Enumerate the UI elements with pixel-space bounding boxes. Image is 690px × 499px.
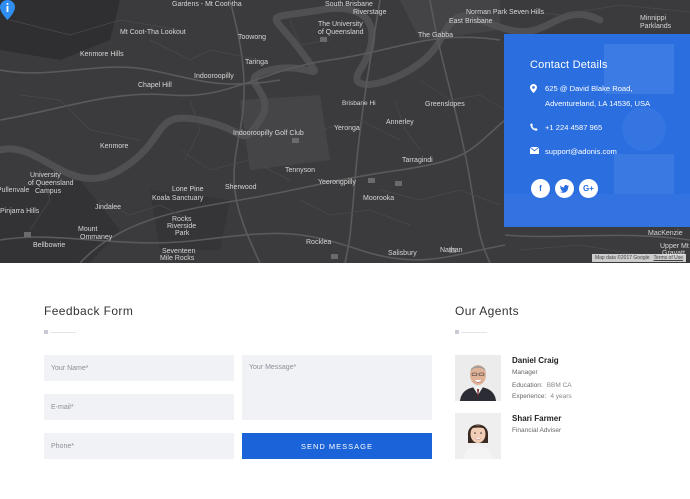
google-plus-icon[interactable]: G+ (579, 179, 598, 198)
map-place-label: Tarragindi (402, 157, 433, 164)
social-links: f G+ (531, 179, 598, 198)
map-place-label: Tennyson (285, 167, 315, 174)
map-place-label: Chapel Hill (138, 82, 172, 89)
contact-title: Contact Details (530, 59, 608, 71)
map-place-label: The University (318, 21, 363, 28)
map-place-label: Greenslopes (425, 101, 465, 108)
map-place-label: Yeerongpilly (318, 179, 356, 186)
map-place-label: Kenmore (100, 143, 129, 150)
contact-address-line2: Adventureland, LA 14536, USA (545, 99, 651, 108)
agent-education-label: Education: (512, 382, 543, 389)
agent-avatar-daniel-craig[interactable] (455, 355, 501, 401)
agent-role: Financial Adviser (512, 427, 562, 434)
send-message-button[interactable]: SEND MESSAGE (242, 433, 432, 459)
map-place-label: Ommaney (80, 234, 113, 241)
agent-experience-label: Experience: (512, 393, 547, 400)
map-place-label: Yeronga (334, 125, 360, 132)
map-place-label: Sherwood (225, 184, 257, 191)
map-place-label: Toowong (238, 34, 267, 41)
map-place-label: Bellbowrie (33, 242, 66, 249)
map-place-label: Rocklea (306, 239, 332, 246)
agent-experience-value: 4 years (550, 393, 572, 400)
map-place-label: of Queensland (28, 180, 74, 187)
phone-field[interactable]: Phone* (44, 433, 234, 459)
map-terms-link[interactable]: Terms of Use (654, 255, 683, 261)
map-place-label: Jindalee (95, 204, 122, 211)
contact-phone-number[interactable]: +1 224 4587 965 (545, 120, 602, 135)
feedback-title-divider (44, 330, 76, 334)
map-place-label: Indooroopilly Golf Club (233, 130, 304, 137)
map-place-label: Gardens - Mt Coot-tha (172, 1, 242, 8)
map-place-label: Pinjarra Hills (0, 208, 40, 215)
contact-details-panel: Contact Details 625 @ David Blake Road, … (504, 34, 690, 227)
map-place-label: Seventeen (162, 248, 196, 255)
agent-role: Manager (512, 369, 538, 376)
map-place-label: MacKenzie (648, 230, 683, 237)
map-place-label: Minnippi (640, 15, 667, 22)
location-pin-icon (530, 81, 545, 111)
phone-icon (530, 120, 545, 135)
envelope-icon (530, 144, 545, 159)
map-place-label: Seven Hills (509, 9, 545, 16)
map-place-label: Norman Park (466, 9, 508, 16)
map-place-label: Rocks (172, 216, 192, 223)
email-field[interactable]: E-mail* (44, 394, 234, 420)
contact-address: 625 @ David Blake Road, Adventureland, L… (530, 81, 650, 111)
map-place-label: Mile Rocks (160, 255, 195, 262)
map-place-label: Nathan (440, 247, 463, 254)
map-place-label: Upper Mt (660, 243, 689, 250)
map-place-label: East Brisbane (449, 18, 493, 25)
map-place-label: Mount (78, 226, 98, 233)
our-agents-title: Our Agents (455, 304, 520, 318)
map-place-label: Parklands (640, 23, 672, 30)
contact-address-line1: 625 @ David Blake Road, (545, 84, 633, 93)
feedback-form-title: Feedback Form (44, 304, 134, 318)
facebook-icon[interactable]: f (531, 179, 550, 198)
map-place-label: Pullenvale (0, 187, 30, 194)
map-place-label: Moorooka (363, 195, 395, 202)
map-place-label: The Gabba (418, 32, 454, 39)
agent-experience: Experience: 4 years (512, 393, 572, 400)
map-place-label: Annerley (386, 119, 414, 126)
map-place-label: Riverside (167, 223, 197, 230)
map-place-label: Campus (35, 188, 62, 195)
twitter-icon[interactable] (555, 179, 574, 198)
agent-education-value: BBM CA (546, 382, 572, 389)
map-attribution: Map data ©2017 Google Terms of Use (591, 254, 686, 262)
contact-email: support@adonis.com (530, 144, 617, 159)
map-place-label: South Brisbane (325, 1, 373, 8)
name-field[interactable]: Your Name* (44, 355, 234, 381)
map-place-label: Kenmore Hills (80, 51, 124, 58)
map-place-label: Salisbury (388, 250, 417, 257)
map-place-label: of Queensland (318, 29, 364, 36)
map-place-label: Riverstage (353, 9, 387, 16)
map-place-label: Brisbane Hi (342, 100, 376, 107)
contact-page: Gardens - Mt Coot-tha South Brisbane Norma… (0, 0, 690, 499)
map-data-credit: Map data ©2017 Google (594, 255, 650, 261)
map-place-label: Indooroopilly (194, 73, 234, 80)
map-marker-icon[interactable] (0, 0, 15, 20)
contact-phone: +1 224 4587 965 (530, 120, 602, 135)
agent-education: Education: BBM CA (512, 382, 572, 389)
agent-avatar-shari-farmer[interactable] (455, 413, 501, 459)
contact-email-address[interactable]: support@adonis.com (545, 144, 617, 159)
map-place-label: Mt Coot-Tha Lookout (120, 29, 186, 36)
agents-title-divider (455, 330, 487, 334)
agent-name[interactable]: Daniel Craig (512, 356, 559, 365)
agent-name[interactable]: Shari Farmer (512, 414, 561, 423)
map-place-label: Koala Sanctuary (152, 195, 204, 202)
map-place-label: University (30, 172, 61, 179)
map-place-label: Park (175, 230, 190, 237)
message-textarea[interactable]: Your Message* (242, 355, 432, 420)
map-place-label: Lone Pine (172, 186, 204, 193)
map-place-label: Taringa (245, 59, 268, 66)
